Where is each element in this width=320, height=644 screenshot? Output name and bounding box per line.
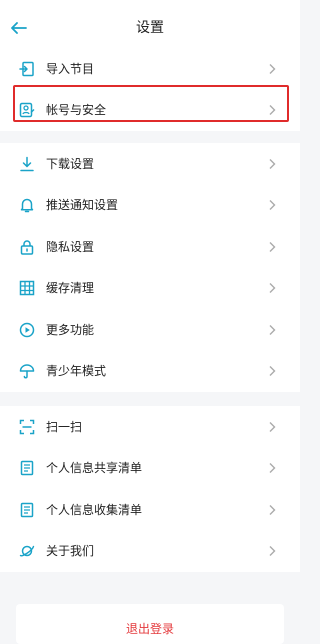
- chevron-right-icon: [268, 104, 276, 116]
- settings-item-import[interactable]: 导入节目: [0, 48, 300, 90]
- settings-item-push-notification[interactable]: 推送通知设置: [0, 185, 300, 227]
- settings-item-label: 导入节目: [46, 61, 95, 76]
- chevron-right-icon: [268, 504, 276, 516]
- chevron-right-icon: [268, 421, 276, 433]
- grid-icon: [18, 279, 36, 297]
- planet-icon: [18, 542, 36, 560]
- document-icon: [18, 459, 36, 477]
- settings-item-account-security[interactable]: 帐号与安全: [0, 90, 300, 132]
- settings-item-label: 下载设置: [46, 156, 95, 171]
- chevron-right-icon: [268, 282, 276, 294]
- settings-item-label: 推送通知设置: [46, 198, 119, 213]
- import-icon: [18, 60, 36, 78]
- settings-item-label: 个人信息共享清单: [46, 461, 143, 476]
- chevron-right-icon: [268, 199, 276, 211]
- settings-item-privacy[interactable]: 隐私设置: [0, 226, 300, 268]
- settings-group-info: 扫一扫 个人信息共享清单 个人信息收集清单 关于我们: [0, 406, 300, 572]
- document-icon: [18, 501, 36, 519]
- settings-item-teen-mode[interactable]: 青少年模式: [0, 351, 300, 393]
- settings-item-label: 扫一扫: [46, 419, 83, 434]
- settings-item-download[interactable]: 下载设置: [0, 143, 300, 185]
- chevron-right-icon: [268, 462, 276, 474]
- chevron-right-icon: [268, 158, 276, 170]
- chevron-right-icon: [268, 365, 276, 377]
- settings-item-cache-clear[interactable]: 缓存清理: [0, 268, 300, 310]
- settings-item-label: 缓存清理: [46, 281, 95, 296]
- settings-item-label: 更多功能: [46, 322, 95, 337]
- download-icon: [18, 155, 36, 173]
- settings-item-about-us[interactable]: 关于我们: [0, 531, 300, 573]
- settings-group-general: 下载设置 推送通知设置 隐私设置 缓存清理 更多功能 青少年模式: [0, 143, 300, 392]
- logout-label: 退出登录: [125, 622, 174, 636]
- umbrella-icon: [18, 362, 36, 380]
- settings-item-scan[interactable]: 扫一扫: [0, 406, 300, 448]
- chevron-right-icon: [268, 63, 276, 75]
- page-title: 设置: [136, 20, 164, 36]
- chevron-right-icon: [268, 324, 276, 336]
- settings-item-label: 帐号与安全: [46, 103, 107, 118]
- logout-button[interactable]: 退出登录: [16, 604, 284, 644]
- settings-item-more-features[interactable]: 更多功能: [0, 309, 300, 351]
- settings-item-label: 青少年模式: [46, 364, 107, 379]
- account-security-icon: [18, 101, 36, 119]
- lock-icon: [18, 238, 36, 256]
- chevron-right-icon: [268, 545, 276, 557]
- settings-item-info-share-list[interactable]: 个人信息共享清单: [0, 448, 300, 490]
- settings-item-label: 个人信息收集清单: [46, 502, 143, 517]
- settings-group-account: 导入节目 帐号与安全: [0, 48, 300, 131]
- play-circle-icon: [18, 321, 36, 339]
- settings-item-label: 关于我们: [46, 544, 95, 559]
- chevron-right-icon: [268, 241, 276, 253]
- bell-icon: [18, 196, 36, 214]
- settings-item-info-collect-list[interactable]: 个人信息收集清单: [0, 489, 300, 531]
- settings-item-label: 隐私设置: [46, 239, 95, 254]
- status-bar: [0, 0, 300, 8]
- scan-icon: [18, 418, 36, 436]
- top-bar: 设置: [0, 8, 300, 48]
